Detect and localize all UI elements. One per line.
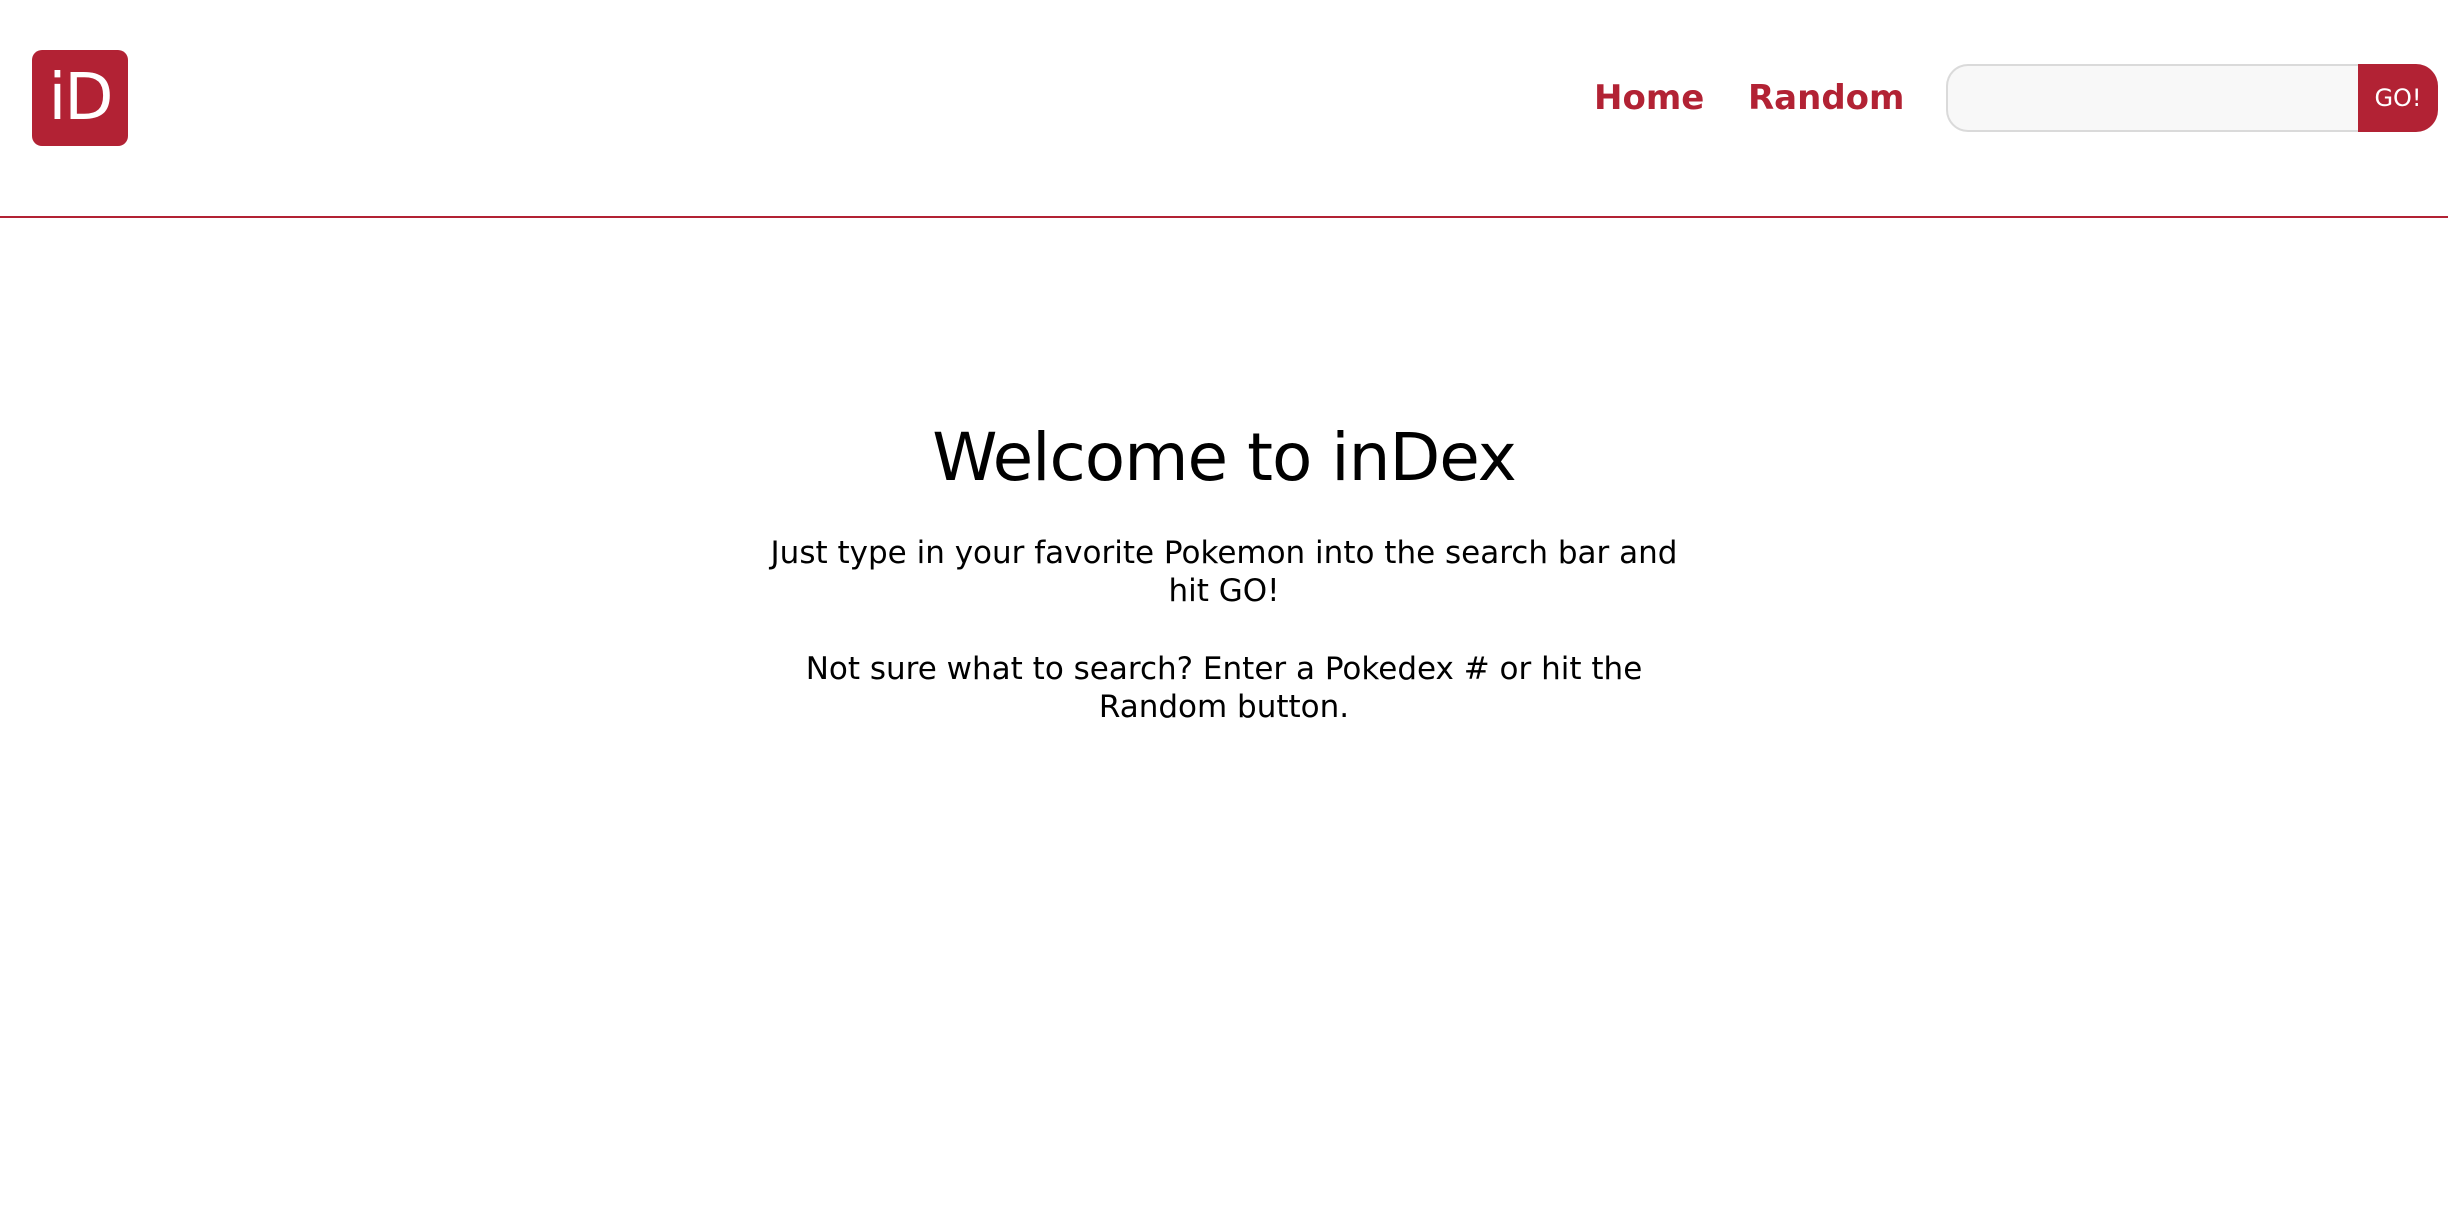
hint-text: Not sure what to search? Enter a Pokedex…	[805, 651, 1643, 725]
site-header: iD Home Random GO!	[0, 0, 2448, 218]
logo[interactable]: iD	[32, 50, 128, 146]
intro-text: Just type in your favorite Pokemon into …	[770, 535, 1678, 609]
go-button[interactable]: GO!	[2358, 64, 2438, 132]
welcome-section: Welcome to inDex Just type in your favor…	[0, 218, 2448, 726]
nav-random-link[interactable]: Random	[1748, 76, 1904, 120]
page-title: Welcome to inDex	[932, 419, 1517, 496]
search-input[interactable]	[1946, 64, 2362, 132]
nav-home-link[interactable]: Home	[1594, 76, 1704, 120]
